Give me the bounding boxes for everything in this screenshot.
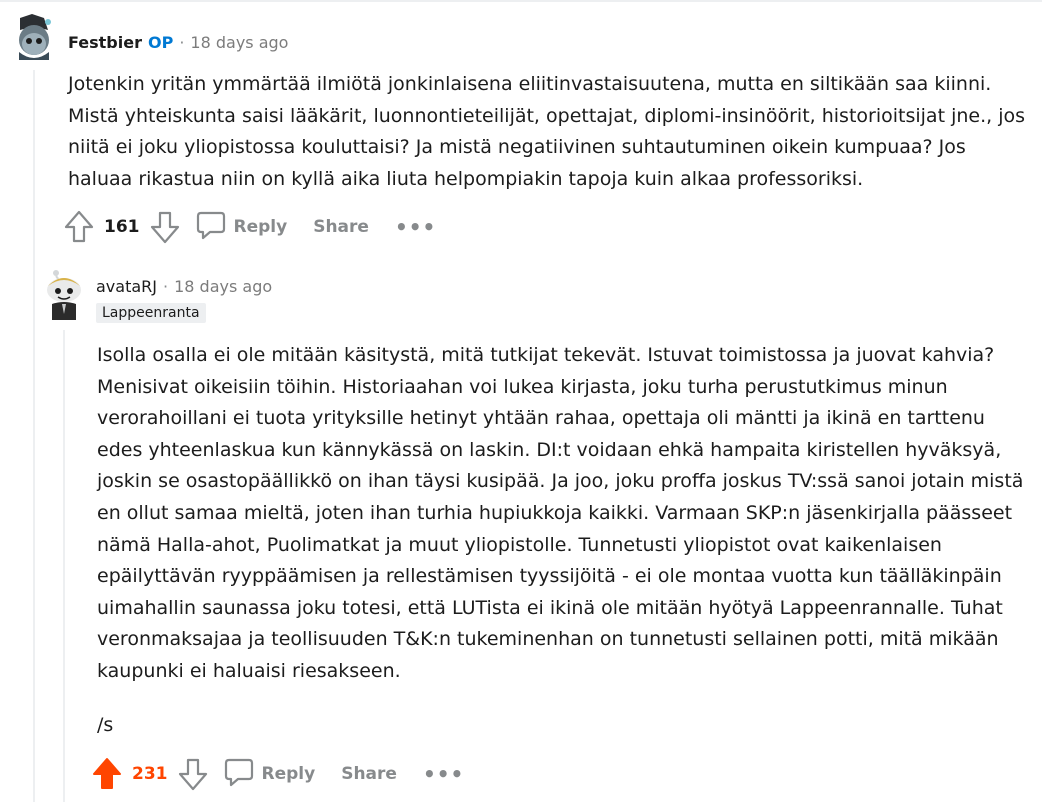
comment-2-actions: 231 Reply Share •••	[92, 754, 464, 794]
author-name[interactable]: avataRJ	[96, 277, 157, 296]
avatarj-avatar[interactable]	[44, 268, 84, 320]
comment-timestamp[interactable]: 18 days ago	[174, 277, 272, 296]
vote-score: 231	[132, 764, 168, 784]
meta-separator: ·	[179, 32, 185, 52]
upvote-icon-active[interactable]	[92, 757, 122, 791]
more-options-button[interactable]: •••	[395, 215, 436, 239]
downvote-icon[interactable]	[150, 210, 180, 244]
more-options-button[interactable]: •••	[423, 762, 464, 786]
vote-score: 161	[104, 217, 140, 237]
share-button[interactable]: Share	[341, 764, 397, 784]
reply-button[interactable]: Reply	[224, 757, 316, 792]
comment-body-text: Jotenkin yritän ymmärtää ilmiötä jonkinl…	[68, 73, 1025, 190]
comment-bubble-icon	[224, 757, 254, 792]
comment-bubble-icon	[196, 210, 226, 245]
top-divider	[0, 0, 1042, 2]
thread-line-comment-1[interactable]	[33, 70, 35, 802]
comment-2-body: Isolla osalla ei ole mitään käsitystä, m…	[97, 340, 1032, 741]
downvote-icon[interactable]	[178, 757, 208, 791]
comment-1-meta: Festbier OP · 18 days ago	[68, 31, 288, 53]
reply-label: Reply	[261, 764, 316, 784]
upvote-icon[interactable]	[64, 210, 94, 244]
comment-body-text: Isolla osalla ei ole mitään käsitystä, m…	[97, 344, 1024, 682]
comment-2-meta: avataRJ · 18 days ago	[96, 275, 272, 297]
comment-1-actions: 161 Reply Share •••	[64, 207, 436, 247]
user-flair: Lappeenranta	[96, 303, 206, 323]
author-name[interactable]: Festbier	[68, 33, 142, 52]
comment-timestamp[interactable]: 18 days ago	[190, 33, 288, 52]
comment-1-body: Jotenkin yritän ymmärtää ilmiötä jonkinl…	[68, 69, 1028, 195]
share-button[interactable]: Share	[313, 217, 369, 237]
festbier-avatar[interactable]	[12, 14, 56, 62]
comment-signoff: /s	[97, 713, 114, 736]
op-badge: OP	[147, 32, 174, 52]
reply-label: Reply	[233, 217, 288, 237]
meta-separator: ·	[163, 276, 169, 296]
reply-button[interactable]: Reply	[196, 210, 288, 245]
thread-line-comment-2[interactable]	[63, 330, 65, 802]
